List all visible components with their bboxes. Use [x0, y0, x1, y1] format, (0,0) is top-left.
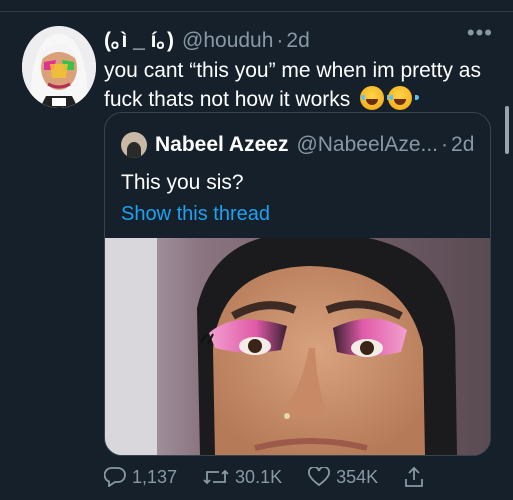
show-thread-link[interactable]: Show this thread [121, 203, 270, 226]
retweet-button[interactable]: 30.1K [203, 467, 282, 488]
face-with-tears-of-joy-icon [360, 86, 392, 110]
tweet[interactable]: (｡ì _ í｡) @houduh · 2d ••• you cant “thi… [0, 12, 513, 500]
tweet-header: (｡ì _ í｡) @houduh · 2d ••• [104, 20, 493, 54]
reply-count: 1,137 [132, 466, 178, 487]
reply-icon [104, 467, 126, 487]
quoted-tweet-header: Nabeel Azeez @NabeelAze... · 2d [121, 131, 476, 159]
quoted-display-name: Nabeel Azeez [155, 133, 289, 156]
separator-dot: · [276, 29, 284, 52]
quoted-avatar[interactable] [121, 132, 147, 158]
handle[interactable]: @houduh [182, 29, 273, 53]
share-icon [405, 466, 424, 487]
avatar[interactable] [22, 26, 96, 108]
face-with-tears-of-joy-icon [388, 86, 420, 110]
retweet-icon [203, 469, 229, 485]
tweet-actions: 1,137 30.1K 354K [104, 462, 444, 492]
quoted-text: This you sis? [121, 171, 244, 194]
scrollbar[interactable] [505, 106, 509, 154]
quoted-photo[interactable] [105, 238, 490, 455]
quoted-timestamp: 2d [451, 133, 475, 156]
separator-dot: · [441, 133, 449, 156]
tweet-text: you cant “this you” me when im pretty as… [104, 56, 499, 114]
retweet-count: 30.1K [235, 466, 283, 487]
quoted-tweet[interactable]: Nabeel Azeez @NabeelAze... · 2d This you… [104, 112, 491, 456]
share-button[interactable] [404, 466, 430, 488]
reply-button[interactable]: 1,137 [104, 467, 177, 488]
like-button[interactable]: 354K [308, 467, 378, 488]
display-name[interactable]: (｡ì _ í｡) [104, 24, 174, 54]
like-count: 354K [336, 466, 379, 487]
quoted-handle: @NabeelAze... [296, 133, 439, 156]
tweet-text-content: you cant “this you” me when im pretty as… [104, 59, 481, 111]
timestamp[interactable]: 2d [286, 29, 309, 53]
previous-tweet-divider [0, 0, 513, 12]
like-icon [308, 467, 331, 487]
more-horizontal-icon[interactable]: ••• [467, 20, 493, 46]
